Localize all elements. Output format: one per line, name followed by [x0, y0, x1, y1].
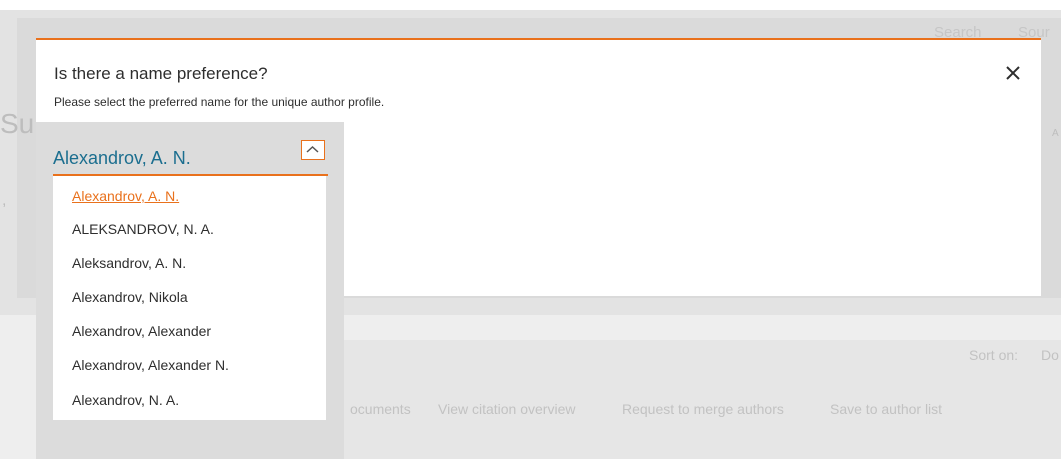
- preferred-name-select[interactable]: Alexandrov, A. N.: [53, 140, 328, 176]
- dialog-subtitle: Please select the preferred name for the…: [54, 95, 385, 109]
- sort-select[interactable]: Do: [1041, 347, 1059, 363]
- close-icon[interactable]: [1002, 62, 1024, 84]
- name-option[interactable]: Aleksandrov, A. N.: [72, 255, 186, 271]
- request-merge-authors-link[interactable]: Request to merge authors: [622, 401, 784, 417]
- view-documents-link[interactable]: ocuments: [350, 401, 411, 417]
- name-option[interactable]: ALEKSANDROV, N. A.: [72, 221, 214, 237]
- name-option[interactable]: Alexandrov, Alexander N.: [72, 357, 229, 373]
- dialog-title: Is there a name preference?: [54, 64, 268, 83]
- chevron-up-icon[interactable]: [301, 140, 325, 160]
- name-option[interactable]: Alexandrov, Alexander: [72, 323, 211, 339]
- view-citation-overview-link[interactable]: View citation overview: [438, 401, 575, 417]
- selected-name-value: Alexandrov, A. N.: [53, 148, 191, 168]
- name-option-selected[interactable]: Alexandrov, A. N.: [72, 188, 179, 204]
- name-option[interactable]: Alexandrov, N. A.: [72, 392, 179, 408]
- background-comma: ,: [2, 192, 7, 209]
- save-to-author-list-link[interactable]: Save to author list: [830, 401, 942, 417]
- background-right-fragment: A: [1052, 128, 1059, 139]
- name-options-list: Alexandrov, A. N. ALEKSANDROV, N. A. Ale…: [53, 176, 326, 420]
- sort-label: Sort on:: [969, 347, 1019, 363]
- background-heading-fragment: Su: [0, 108, 35, 139]
- name-option[interactable]: Alexandrov, Nikola: [72, 289, 188, 305]
